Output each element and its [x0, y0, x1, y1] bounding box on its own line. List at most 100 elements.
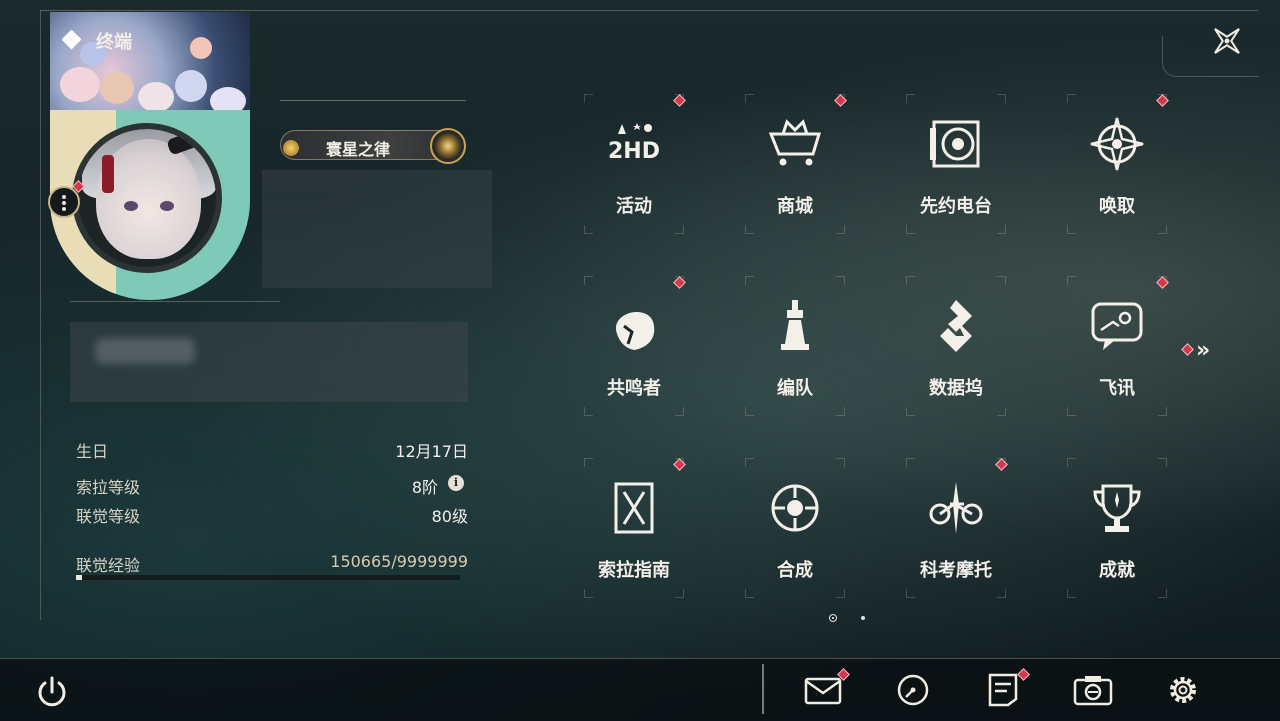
tile-corner [1067, 589, 1076, 598]
guide-book-icon [614, 482, 654, 534]
profile-options-button[interactable] [48, 186, 80, 218]
profile-banner[interactable] [50, 12, 250, 112]
menu-tile-label: 唤取 [1099, 196, 1135, 217]
menu-tile-radio-disc[interactable]: 先约电台 [876, 94, 1036, 244]
shop-crown-cart-icon [768, 119, 822, 166]
data-dock-icon [940, 300, 972, 352]
menu-tile-label: 科考摩托 [920, 560, 992, 581]
page-indicator-active[interactable] [829, 614, 837, 622]
menu-tile-summon-compass[interactable]: 唤取 [1037, 94, 1197, 244]
tile-corner [906, 458, 915, 467]
menu-tile-synthesis-orb[interactable]: 合成 [715, 458, 875, 608]
tile-corner [1158, 225, 1167, 234]
sola-level-value: 8阶 [411, 478, 438, 497]
menu-tile-team-chess[interactable]: 编队 [715, 276, 875, 426]
sun-emblem-icon [283, 140, 299, 156]
menu-tile-resonator-head[interactable]: 共鸣者 [554, 276, 714, 426]
tile-corner [1067, 225, 1076, 234]
union-exp-bar [76, 575, 460, 580]
tile-corner [836, 407, 845, 416]
union-level-value: 80级 [431, 507, 468, 526]
tile-corner [997, 589, 1006, 598]
tile-corner [997, 94, 1006, 103]
terminal-title: 终端 [96, 32, 132, 53]
tile-corner [836, 276, 845, 285]
tile-corner [906, 589, 915, 598]
menu-tile-label: 共鸣者 [607, 378, 661, 399]
mail-icon[interactable] [803, 672, 843, 708]
avatar-divider [70, 301, 280, 302]
page-indicator[interactable] [861, 616, 865, 620]
union-level-label: 联觉等级 [76, 507, 141, 526]
menu-tile-label: 索拉指南 [598, 560, 670, 581]
avatar[interactable] [72, 123, 222, 273]
tile-corner [836, 225, 845, 234]
tile-corner [745, 589, 754, 598]
menu-tile-label: 活动 [616, 196, 652, 217]
close-icon[interactable] [1206, 20, 1248, 62]
menu-tile-trophy[interactable]: 成就 [1037, 458, 1197, 608]
tile-corner [745, 94, 754, 103]
tile-corner [584, 276, 593, 285]
menu-tile-event-2hd[interactable]: 2HD 活动 [554, 94, 714, 244]
bottom-separator [762, 664, 764, 714]
tile-corner [1067, 94, 1076, 103]
menu-tile-guide-book[interactable]: 索拉指南 [554, 458, 714, 608]
tile-corner [906, 407, 915, 416]
terminal-diamond-icon [62, 30, 82, 50]
synthesis-orb-icon [771, 484, 819, 532]
signature-text-blurred [95, 338, 195, 364]
info-icon[interactable]: i [448, 475, 464, 491]
tile-corner [1067, 407, 1076, 416]
tile-corner [584, 94, 593, 103]
menu-tile-shop-crown-cart[interactable]: 商城 [715, 94, 875, 244]
menu-tile-label: 数据坞 [929, 378, 983, 399]
menu-tile-label: 先约电台 [920, 196, 992, 217]
tile-corner [584, 458, 593, 467]
menu-tile-label: 编队 [777, 378, 813, 399]
clock-icon[interactable] [893, 672, 933, 708]
summon-compass-icon [1090, 117, 1144, 171]
tile-corner [745, 407, 754, 416]
player-name-area[interactable] [262, 170, 492, 288]
power-icon[interactable] [32, 672, 72, 712]
title-badge-label: 寰星之律 [326, 140, 391, 159]
menu-tile-label: 成就 [1099, 560, 1135, 581]
menu-tile-label: 飞讯 [1099, 378, 1135, 399]
next-page-arrow[interactable]: » [1196, 338, 1210, 363]
title-divider [280, 100, 466, 101]
tile-corner [906, 94, 915, 103]
tile-corner [675, 589, 684, 598]
menu-tile-data-dock[interactable]: 数据坞 [876, 276, 1036, 426]
trophy-icon [1093, 484, 1141, 532]
tile-corner [997, 276, 1006, 285]
event-2hd-icon: 2HD [608, 123, 660, 164]
notes-icon[interactable] [983, 672, 1023, 708]
tile-corner [675, 407, 684, 416]
tile-corner [836, 589, 845, 598]
tile-corner [1067, 458, 1076, 467]
tile-corner [1067, 276, 1076, 285]
frame-top-line [40, 10, 1258, 11]
message-bubble-icon [1091, 302, 1143, 350]
union-exp-label: 联觉经验 [76, 556, 141, 575]
frame-left-line [40, 10, 41, 620]
tile-corner [1158, 458, 1167, 467]
menu-tile-message-bubble[interactable]: 飞讯 [1037, 276, 1197, 426]
tile-corner [745, 225, 754, 234]
tile-corner [745, 458, 754, 467]
union-exp-fill [76, 575, 82, 580]
menu-tile-motorbike[interactable]: 科考摩托 [876, 458, 1036, 608]
birthday-label: 生日 [76, 442, 109, 461]
tile-corner [584, 589, 593, 598]
tile-corner [1158, 407, 1167, 416]
settings-gear-icon[interactable] [1163, 672, 1203, 708]
menu-tile-label: 合成 [777, 560, 813, 581]
birthday-value: 12月17日 [395, 442, 468, 461]
tile-corner [997, 407, 1006, 416]
tile-corner [584, 225, 593, 234]
motorbike-icon [929, 482, 983, 534]
tile-corner [1158, 589, 1167, 598]
title-medal-icon [430, 128, 466, 164]
camera-icon[interactable] [1073, 672, 1113, 708]
